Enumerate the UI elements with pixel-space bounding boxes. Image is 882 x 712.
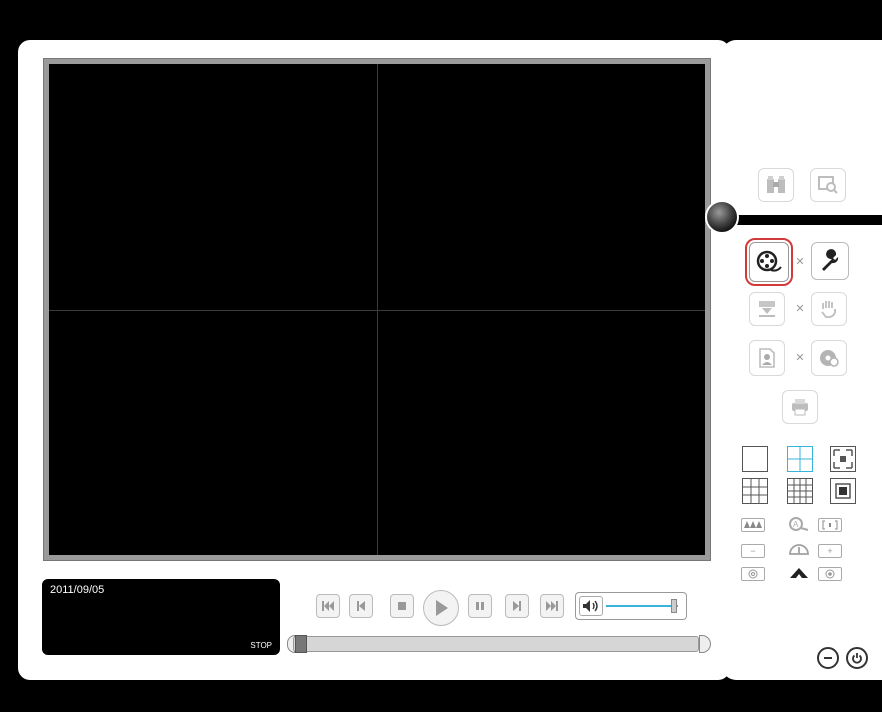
disc-icon [820, 350, 839, 367]
download-icon [759, 301, 775, 317]
seek-bar-right-cap [699, 635, 711, 653]
settings-wrench-button[interactable] [811, 242, 849, 280]
mute-button[interactable] [579, 596, 603, 616]
print-button[interactable] [782, 390, 818, 424]
volume-slider-track[interactable] [606, 605, 678, 607]
film-reel-icon [756, 250, 782, 272]
play-button[interactable] [423, 590, 459, 626]
iris-dot-icon [825, 569, 835, 579]
panel-toggle-knob[interactable] [705, 200, 739, 234]
stop-button[interactable] [390, 594, 414, 618]
seek-bar-track[interactable] [293, 636, 699, 652]
iris-open-button[interactable] [818, 567, 842, 581]
video-display-area[interactable] [49, 64, 705, 555]
binoculars-icon [767, 176, 785, 193]
hand-button[interactable] [811, 292, 847, 326]
skip-start-button[interactable] [316, 594, 340, 618]
fit-screen-icon [835, 483, 851, 499]
single-view-icon [743, 447, 767, 471]
nine-view-icon [743, 479, 767, 503]
quad-view-button[interactable] [787, 446, 813, 472]
link-x-icon: ✕ [795, 352, 805, 364]
user-document-icon [759, 348, 775, 368]
video-frame [43, 58, 711, 561]
iris-ring-icon [748, 569, 758, 579]
volume-slider-thumb[interactable] [671, 599, 678, 613]
printer-icon [792, 399, 808, 416]
fullscreen-button[interactable] [830, 446, 856, 472]
brightness-gauge-button[interactable] [787, 538, 811, 558]
side-panel-top [722, 40, 882, 215]
playback-film-button[interactable] [745, 238, 793, 286]
seek-bar[interactable] [287, 633, 711, 655]
gauge-icon [789, 544, 809, 555]
speaker-icon [583, 600, 598, 612]
playback-info-box: 2011/09/05 STOP [42, 579, 280, 655]
skip-end-icon [546, 601, 558, 611]
focus-bracket-icon [822, 520, 838, 530]
link-x-icon: ✕ [795, 256, 805, 268]
quad-view-icon [788, 447, 812, 471]
download-button[interactable] [749, 292, 785, 326]
playback-date: 2011/09/05 [50, 584, 105, 596]
auto-search-icon: A [789, 517, 809, 531]
link-x-icon: ✕ [795, 303, 805, 315]
sixteen-view-icon [788, 479, 812, 503]
skip-end-button[interactable] [540, 594, 564, 618]
pause-icon [476, 602, 484, 610]
decrease-button[interactable]: − [741, 544, 765, 558]
fog-button[interactable] [741, 518, 765, 532]
skip-start-icon [322, 601, 334, 611]
search-binoculars-button[interactable] [758, 168, 794, 202]
pause-button[interactable] [468, 594, 492, 618]
volume-control [575, 592, 687, 620]
minimize-button[interactable] [817, 647, 839, 669]
fit-screen-button[interactable] [830, 478, 856, 504]
wrench-icon [822, 249, 839, 271]
sixteen-view-button[interactable] [787, 478, 813, 504]
step-back-button[interactable] [349, 594, 373, 618]
trees-icon [744, 521, 762, 528]
power-button[interactable] [846, 647, 868, 669]
increase-button[interactable]: + [818, 544, 842, 558]
step-back-icon [357, 601, 365, 611]
fullscreen-icon [833, 449, 853, 469]
svg-text:A: A [793, 520, 799, 529]
quad-divider-horizontal [49, 309, 705, 311]
nine-view-button[interactable] [742, 478, 768, 504]
stop-icon [398, 602, 406, 610]
focus-button[interactable] [818, 518, 842, 532]
seek-bar-handle[interactable] [295, 635, 307, 653]
hand-icon [821, 301, 837, 318]
step-forward-button[interactable] [505, 594, 529, 618]
step-forward-icon [513, 601, 521, 611]
minus-label: − [750, 546, 756, 556]
play-icon [436, 600, 448, 616]
screen-search-button[interactable] [810, 168, 846, 202]
playback-status: STOP [250, 641, 272, 650]
ptz-up-button[interactable] [787, 565, 811, 581]
minus-icon [824, 657, 832, 659]
up-arrow-icon [790, 568, 808, 578]
screen-search-icon [818, 176, 838, 194]
single-view-button[interactable] [742, 446, 768, 472]
disc-button[interactable] [811, 340, 847, 376]
iris-close-button[interactable] [741, 567, 765, 581]
auto-adjust-button[interactable]: A [787, 515, 811, 533]
plus-label: + [827, 546, 833, 556]
user-document-button[interactable] [749, 340, 785, 376]
power-icon [852, 653, 862, 664]
